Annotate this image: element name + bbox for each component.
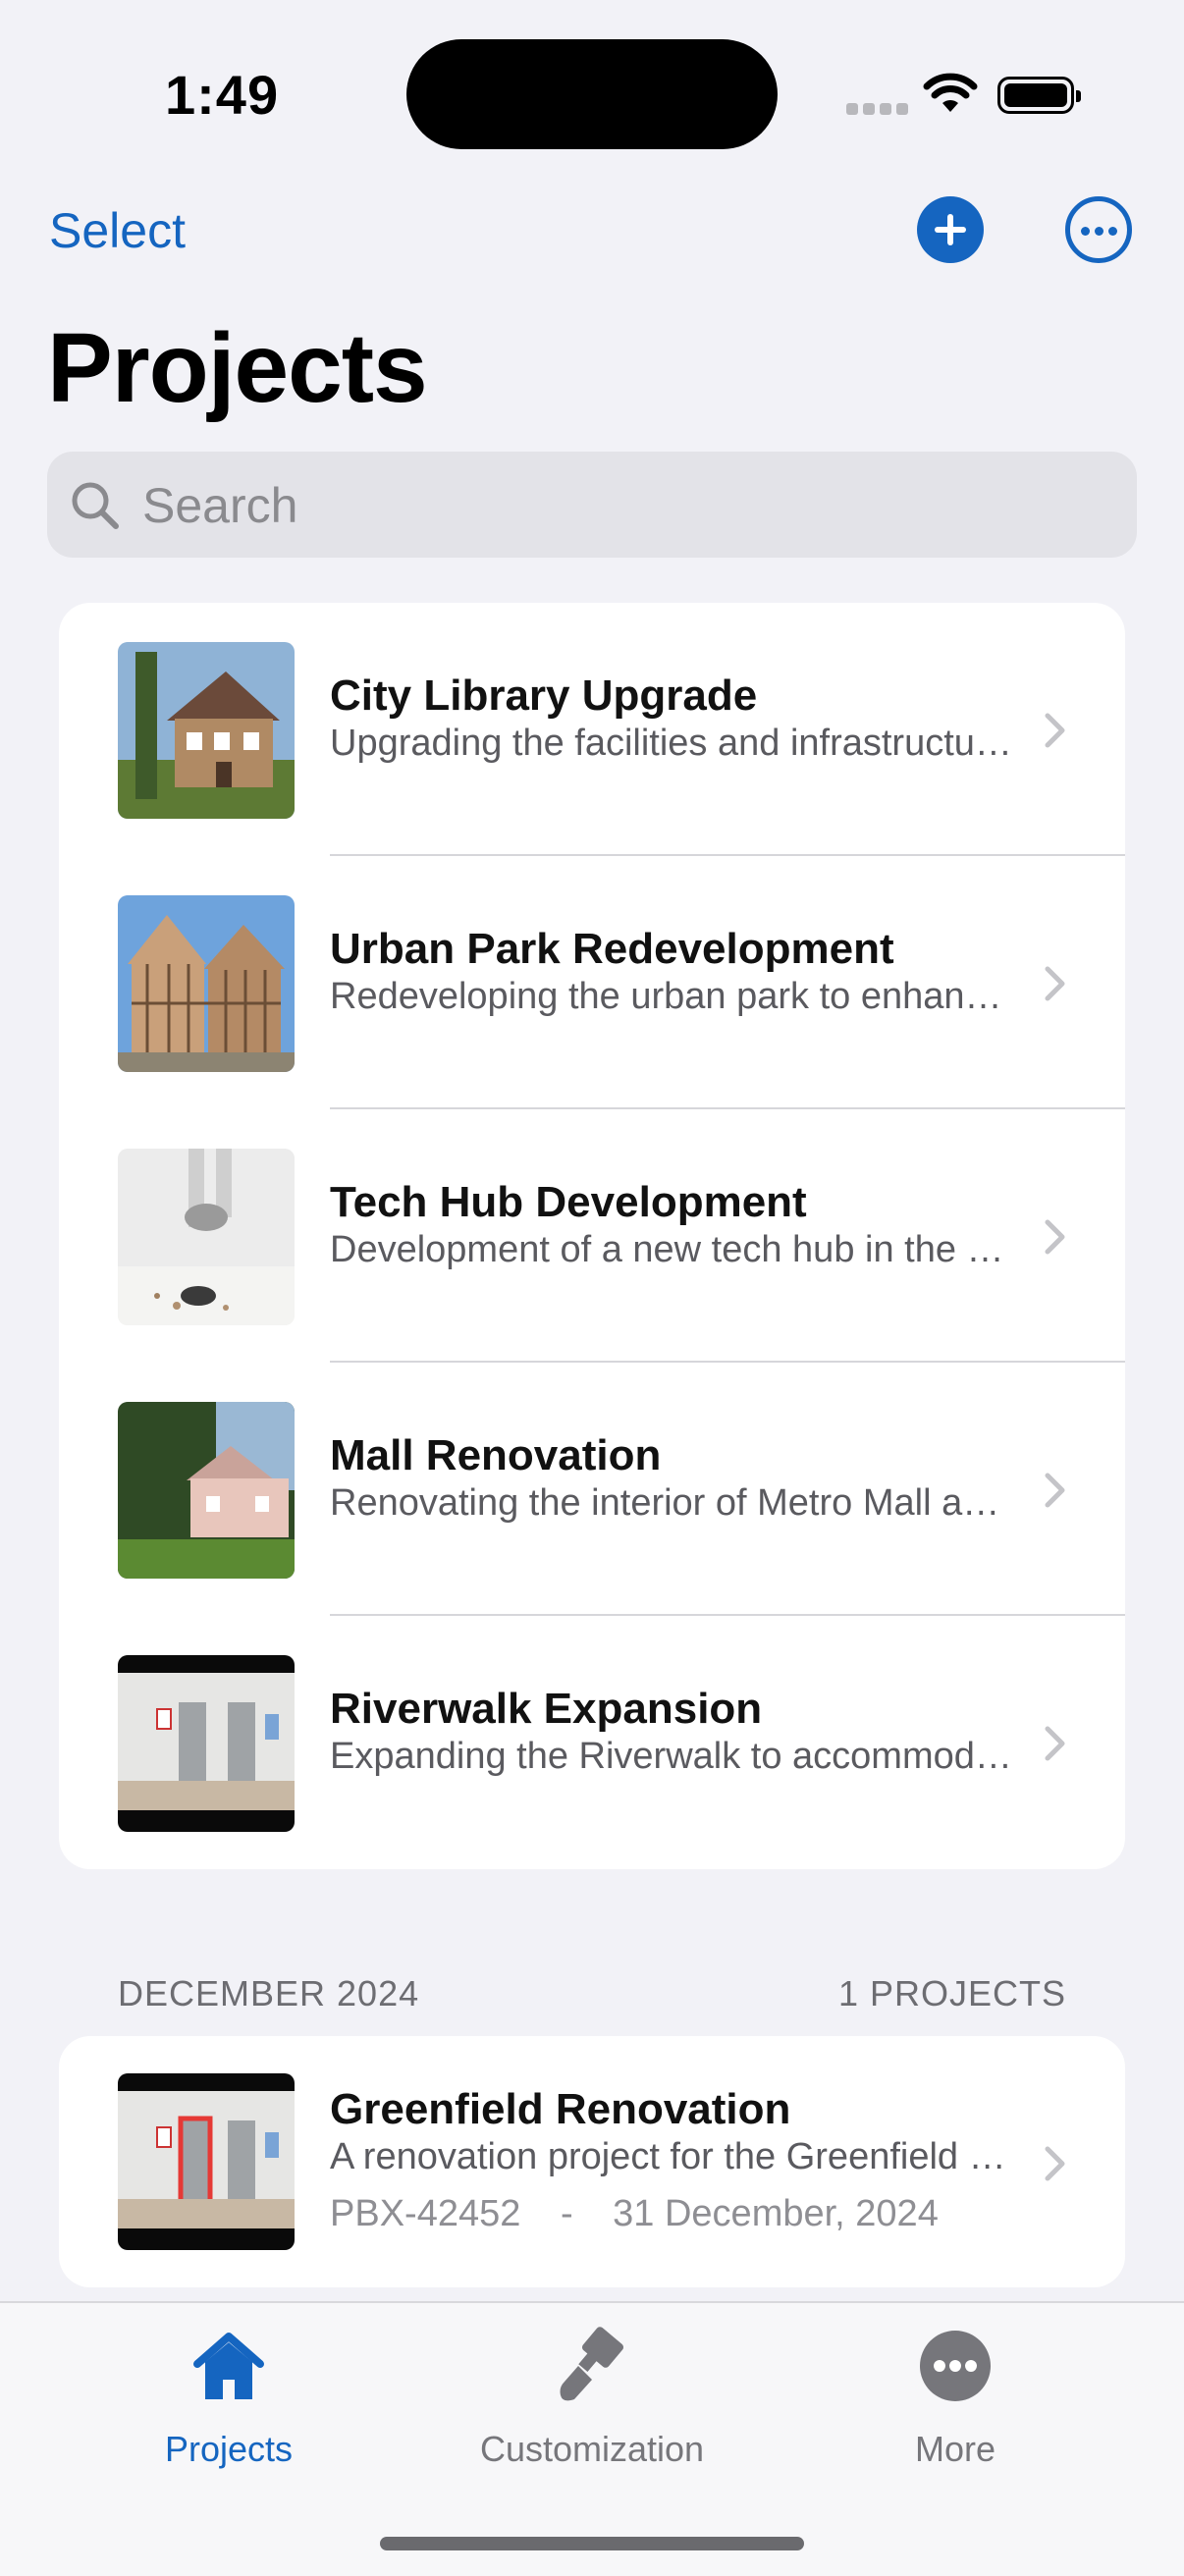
- chevron-right-icon: [1045, 713, 1065, 748]
- search-input[interactable]: [140, 452, 1106, 560]
- list-item[interactable]: Riverwalk Expansion Expanding the Riverw…: [59, 1616, 1125, 1869]
- project-thumbnail: [118, 642, 295, 819]
- list-item[interactable]: Mall Renovation Renovating the interior …: [59, 1363, 1125, 1616]
- project-meta: PBX-42452 - 31 December, 2024: [330, 2193, 939, 2235]
- project-date: 31 December, 2024: [613, 2193, 939, 2234]
- project-description: Upgrading the facilities and infrastruct…: [330, 723, 1017, 764]
- project-title: Urban Park Redevelopment: [330, 925, 894, 973]
- project-code: PBX-42452: [330, 2193, 521, 2234]
- projects-list: City Library Upgrade Upgrading the facil…: [59, 603, 1125, 1869]
- tab-more[interactable]: More: [808, 2303, 1103, 2499]
- dot: [1081, 227, 1090, 236]
- chevron-right-icon: [1045, 2146, 1065, 2181]
- status-bar: 1:49: [0, 0, 1184, 187]
- house-icon: [193, 2333, 264, 2399]
- list-item[interactable]: Greenfield Renovation A renovation proje…: [59, 2036, 1125, 2287]
- project-description: Redeveloping the urban park to enhance g…: [330, 976, 1017, 1017]
- add-project-button[interactable]: [917, 196, 984, 263]
- select-button[interactable]: Select: [49, 202, 186, 259]
- project-thumbnail: [118, 895, 295, 1072]
- chevron-right-icon: [1045, 1726, 1065, 1761]
- page-title: Projects: [47, 313, 428, 423]
- project-thumbnail: [118, 1149, 295, 1325]
- status-time: 1:49: [165, 64, 280, 126]
- dot: [1108, 227, 1117, 236]
- section-list: Greenfield Renovation A renovation proje…: [59, 2036, 1125, 2287]
- tab-customization[interactable]: Customization: [445, 2303, 739, 2499]
- home-indicator: [380, 2537, 804, 2550]
- project-title: Riverwalk Expansion: [330, 1685, 763, 1733]
- project-description: Expanding the Riverwalk to accommodate m…: [330, 1736, 1017, 1777]
- tab-label: Customization: [479, 2429, 705, 2469]
- project-description: A renovation project for the Greenfield …: [330, 2136, 1017, 2177]
- chevron-right-icon: [1045, 966, 1065, 1001]
- cellular-signal-icon: [846, 102, 913, 120]
- project-description: Renovating the interior of Metro Mall an…: [330, 1482, 1017, 1524]
- project-thumbnail: [118, 1402, 295, 1579]
- meta-separator: -: [560, 2193, 573, 2234]
- list-item[interactable]: City Library Upgrade Upgrading the facil…: [59, 603, 1125, 856]
- project-description: Development of a new tech hub in the cit…: [330, 1229, 1017, 1270]
- project-thumbnail: [118, 1655, 295, 1832]
- search-bar[interactable]: [47, 452, 1137, 560]
- project-title: Tech Hub Development: [330, 1178, 807, 1226]
- list-item[interactable]: Tech Hub Development Development of a ne…: [59, 1109, 1125, 1363]
- tab-bar: Projects Customization More: [0, 2301, 1184, 2576]
- project-title: City Library Upgrade: [330, 671, 758, 720]
- project-title: Mall Renovation: [330, 1431, 662, 1479]
- battery-icon: [997, 77, 1081, 114]
- list-item[interactable]: Urban Park Redevelopment Redeveloping th…: [59, 856, 1125, 1109]
- paintbrush-icon: [560, 2327, 624, 2401]
- tab-label: More: [914, 2429, 996, 2469]
- dynamic-island: [406, 39, 778, 149]
- wifi-icon: [923, 73, 978, 112]
- search-icon: [72, 482, 119, 529]
- ellipsis-icon: [920, 2331, 991, 2401]
- tab-projects[interactable]: Projects: [81, 2303, 376, 2499]
- project-title: Greenfield Renovation: [330, 2085, 791, 2133]
- section-header-date: DECEMBER 2024: [118, 1973, 420, 2013]
- chevron-right-icon: [1045, 1473, 1065, 1508]
- chevron-right-icon: [1045, 1219, 1065, 1255]
- project-thumbnail: [118, 2073, 295, 2250]
- dot: [1095, 227, 1103, 236]
- more-options-button[interactable]: [1065, 196, 1132, 263]
- section-header-count: 1 PROJECTS: [837, 1973, 1066, 2013]
- tab-label: Projects: [164, 2429, 294, 2469]
